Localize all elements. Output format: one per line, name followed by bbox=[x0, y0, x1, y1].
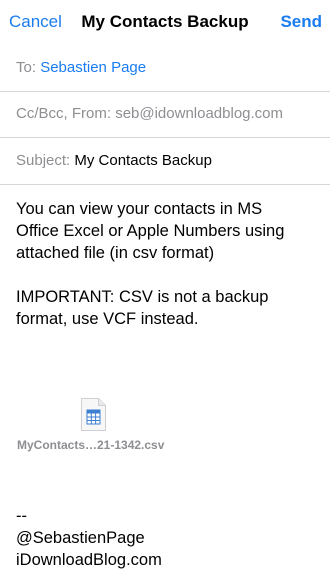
send-button[interactable]: Send bbox=[280, 12, 322, 32]
subject-label: Subject: bbox=[16, 152, 71, 169]
signature-site: iDownloadBlog.com bbox=[16, 551, 162, 569]
spreadsheet-file-icon[interactable] bbox=[80, 397, 107, 432]
cc-bcc-from-field[interactable]: Cc/Bcc, From: seb@idownloadblog.com bbox=[0, 92, 330, 138]
from-address[interactable]: seb@idownloadblog.com bbox=[115, 105, 283, 122]
attachment-filename[interactable]: MyContacts…21-1342.csv bbox=[17, 438, 164, 452]
body-line: attached file (in csv format) bbox=[16, 244, 215, 262]
cc-bcc-from-label: Cc/Bcc, From: bbox=[16, 105, 112, 122]
signature: -- @SebastienPage iDownloadBlog.com bbox=[16, 505, 162, 571]
to-recipient[interactable]: Sebastien Page bbox=[40, 59, 146, 76]
subject-field[interactable]: Subject: My Contacts Backup bbox=[0, 139, 330, 185]
signature-handle: @SebastienPage bbox=[16, 529, 145, 547]
to-label: To: bbox=[16, 59, 37, 76]
to-field[interactable]: To: Sebastien Page bbox=[0, 46, 330, 92]
subject-input[interactable]: My Contacts Backup bbox=[74, 152, 212, 169]
message-body[interactable]: You can view your contacts in MS Office … bbox=[16, 198, 316, 330]
body-line: You can view your contacts in MS bbox=[16, 200, 263, 218]
body-line: IMPORTANT: CSV is not a backup bbox=[16, 288, 269, 306]
signature-separator: -- bbox=[16, 507, 27, 525]
body-line: Office Excel or Apple Numbers using bbox=[16, 222, 285, 240]
navigation-bar: Cancel My Contacts Backup Send bbox=[0, 0, 330, 46]
body-line: format, use VCF instead. bbox=[16, 310, 199, 328]
